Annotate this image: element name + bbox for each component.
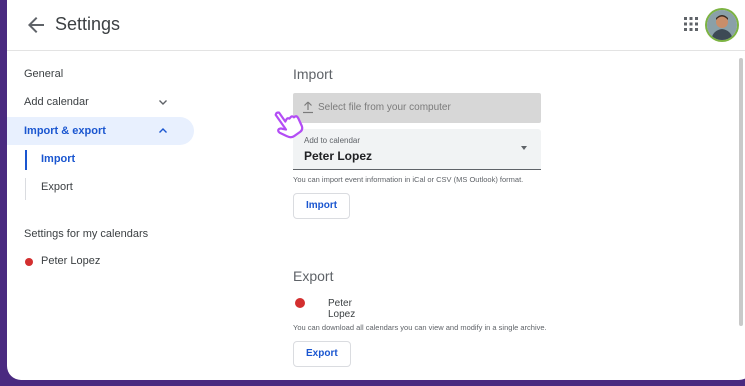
pointer-hand-icon <box>274 111 304 139</box>
export-heading: Export <box>293 268 334 284</box>
dropdown-arrow-icon <box>521 146 527 150</box>
avatar[interactable] <box>707 10 737 40</box>
sidebar-item-label: Peter Lopez <box>41 255 101 267</box>
my-calendars-heading: Settings for my calendars <box>24 228 149 240</box>
settings-window: Settings General Add calendar Import & e… <box>7 0 745 380</box>
top-bar: Settings <box>7 0 745 51</box>
scrollbar[interactable] <box>739 58 743 326</box>
sidebar-item-label: Add calendar <box>24 96 89 108</box>
add-to-calendar-select[interactable]: Add to calendar Peter Lopez <box>293 129 541 170</box>
page-title: Settings <box>55 14 121 34</box>
sidebar-item-label: Import & export <box>24 125 106 137</box>
calendar-color-dot <box>25 258 33 266</box>
add-to-calendar-label: Add to calendar <box>304 136 361 145</box>
sidebar-item-label: General <box>24 68 64 80</box>
import-note: You can import event information in iCal… <box>293 175 524 184</box>
sub-divider <box>25 178 26 200</box>
add-to-calendar-value: Peter Lopez <box>304 149 373 163</box>
export-button[interactable]: Export <box>293 341 351 367</box>
sidebar-item-import-export[interactable]: Import & export <box>7 117 194 145</box>
select-file-label: Select file from your computer <box>318 102 451 113</box>
export-calendar-name: Peter Lopez <box>328 298 356 320</box>
select-file-button[interactable]: Select file from your computer <box>293 93 541 123</box>
sidebar-item-add-calendar[interactable]: Add calendar <box>24 88 170 116</box>
chevron-up-icon <box>159 128 167 133</box>
sidebar-item-peter-lopez[interactable]: Peter Lopez <box>41 249 100 273</box>
back-arrow-icon[interactable] <box>24 13 48 37</box>
active-sub-indicator <box>25 150 27 170</box>
sidebar-item-export[interactable]: Export <box>41 173 73 201</box>
chevron-down-icon <box>159 100 167 105</box>
export-calendar-color-dot <box>295 298 305 308</box>
import-heading: Import <box>293 66 333 82</box>
sidebar-item-general[interactable]: General <box>24 60 63 88</box>
sidebar-item-import[interactable]: Import <box>41 145 75 173</box>
avatar-image <box>707 10 737 40</box>
export-note: You can download all calendars you can v… <box>293 323 547 332</box>
apps-grid-icon[interactable] <box>683 16 699 32</box>
import-button[interactable]: Import <box>293 193 351 219</box>
sidebar-item-label: Export <box>41 181 73 193</box>
sidebar-item-label: Import <box>41 153 76 165</box>
